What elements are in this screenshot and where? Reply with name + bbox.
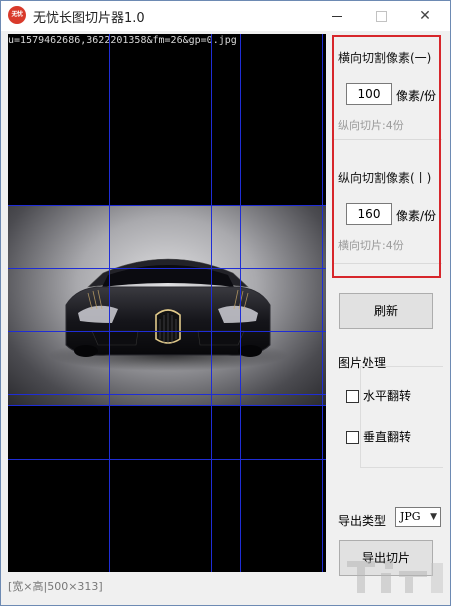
highlight-frame	[332, 35, 441, 278]
watermark-logo	[337, 553, 447, 605]
vertical-slice-line	[240, 34, 241, 572]
horizontal-slice-line	[8, 394, 326, 395]
maximize-button[interactable]	[359, 1, 403, 31]
car-photo	[8, 205, 326, 405]
close-icon: ✕	[419, 8, 431, 24]
window-title: 无忧长图切片器1.0	[33, 11, 145, 26]
flip-horizontal-label: 水平翻转	[363, 389, 412, 403]
export-type-label: 导出类型	[338, 514, 387, 528]
maximize-icon	[375, 10, 387, 22]
preview-filename: u=1579462686,3622201358&fm=26&gp=0.jpg	[8, 35, 237, 46]
checkbox-icon[interactable]	[346, 431, 359, 444]
chevron-down-icon: ▼	[430, 512, 437, 522]
export-type-value: JPG	[400, 510, 421, 523]
flip-vertical-label: 垂直翻转	[363, 430, 412, 444]
close-button[interactable]: ✕	[403, 1, 447, 31]
refresh-button[interactable]: 刷新	[339, 293, 433, 329]
vertical-slice-line	[211, 34, 212, 572]
flip-horizontal-checkbox[interactable]: 水平翻转	[346, 387, 411, 404]
horizontal-slice-line	[8, 205, 326, 206]
checkbox-icon[interactable]	[346, 390, 359, 403]
export-type-select[interactable]: JPG ▼	[395, 507, 441, 527]
vertical-slice-line	[322, 34, 323, 572]
flip-vertical-checkbox[interactable]: 垂直翻转	[346, 428, 411, 445]
vertical-slice-line	[109, 34, 110, 572]
image-preview[interactable]: u=1579462686,3622201358&fm=26&gp=0.jpg	[8, 34, 326, 572]
horizontal-slice-line	[8, 268, 326, 269]
app-logo-icon: 无忧	[8, 6, 26, 24]
horizontal-slice-line	[8, 405, 326, 406]
horizontal-slice-line	[8, 459, 326, 460]
app-window: 无忧 无忧长图切片器1.0 ✕ u=1579462686,3622201358&…	[0, 0, 451, 606]
minimize-button[interactable]	[315, 1, 359, 31]
minimize-icon	[332, 15, 342, 17]
horizontal-slice-line	[8, 331, 326, 332]
title-bar: 无忧 无忧长图切片器1.0 ✕	[1, 1, 450, 31]
image-size-status: [宽×高|500×313]	[8, 580, 103, 593]
image-processing-groupbox	[360, 366, 443, 468]
